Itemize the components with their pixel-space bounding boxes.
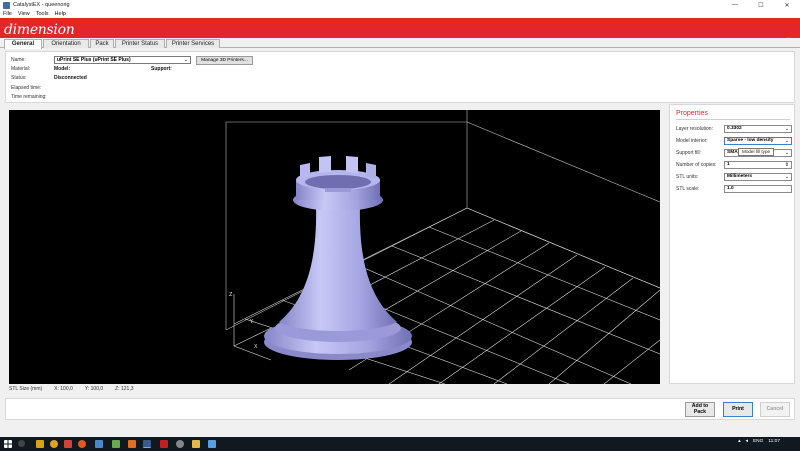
model-label: Model:	[54, 66, 71, 72]
axes	[233, 294, 272, 361]
properties-divider	[676, 119, 790, 120]
model-viewport[interactable]: Z Y X	[9, 110, 660, 384]
minimize-button[interactable]: —	[722, 0, 748, 10]
system-tray: ▴ ◂ ENG 11:07	[738, 439, 780, 444]
tab-strip: General Orientation Pack Printer Status …	[0, 38, 800, 49]
layer-resolution-select[interactable]: 0.3302 ⌄	[724, 125, 792, 133]
tab-printer-status[interactable]: Printer Status	[115, 39, 165, 48]
time-remaining-label: Time remaining:	[11, 94, 47, 100]
taskbar: ▴ ◂ ENG 11:07	[0, 437, 800, 451]
tab-pack[interactable]: Pack	[90, 39, 114, 48]
firefox-icon[interactable]	[78, 440, 86, 448]
app-icon-blue[interactable]	[95, 440, 103, 448]
app-icon-light-blue[interactable]	[208, 440, 216, 448]
stl-size-y: Y: 100,0	[84, 386, 104, 392]
network-icon[interactable]: ▴	[738, 439, 740, 444]
stl-size-x: X: 100,0	[54, 386, 73, 392]
add-to-pack-button[interactable]: Add to Pack	[685, 402, 715, 417]
properties-panel: Properties Layer resolution: 0.3302 ⌄ Mo…	[669, 104, 795, 384]
app-icon-yellow[interactable]	[192, 440, 200, 448]
chevron-down-icon: ⌄	[784, 150, 789, 156]
brand-bar: dimension	[0, 18, 800, 38]
file-explorer-icon[interactable]	[36, 440, 44, 448]
stl-scale-label: STL scale:	[676, 186, 700, 192]
stl-size-readout: STL Size (mm) X: 100,0 Y: 100,0 Z: 121,3	[9, 386, 134, 392]
menu-bar: File View Tools Help	[0, 10, 800, 18]
properties-heading: Properties	[676, 110, 708, 117]
support-label: Support:	[151, 66, 172, 72]
printer-info-panel: Name: uPrint SE Plus (uPrint SE Plus) ⌄ …	[5, 51, 795, 103]
support-fill-label: Support fill:	[676, 150, 702, 156]
menu-view[interactable]: View	[18, 11, 30, 17]
app-icon-dark-red[interactable]	[160, 440, 168, 448]
copies-stepper[interactable]: 1 ⇕	[724, 161, 792, 169]
clock-time: 11:07	[768, 439, 780, 444]
app-icon-green[interactable]	[112, 440, 120, 448]
app-icon	[3, 1, 10, 9]
maximize-button[interactable]: ☐	[748, 0, 774, 10]
copies-value: 1	[727, 162, 730, 167]
floor-grid	[233, 207, 660, 384]
action-bar: Add to Pack Print Cancel	[5, 398, 795, 420]
stl-size-z: Z: 121,3	[115, 386, 134, 392]
app-icon-red[interactable]	[64, 440, 72, 448]
layer-resolution-value: 0.3302	[727, 126, 742, 131]
cancel-button[interactable]: Cancel	[760, 402, 790, 417]
stl-units-value: Millimeters	[727, 174, 753, 179]
model-interior-tooltip: Model fill type	[738, 148, 775, 156]
menu-help[interactable]: Help	[55, 11, 66, 17]
tab-general[interactable]: General	[4, 39, 42, 49]
chevron-down-icon: ⌄	[183, 57, 188, 63]
rook-model	[264, 156, 412, 360]
print-button[interactable]: Print	[723, 402, 753, 417]
spinner-icon: ⇕	[784, 162, 789, 168]
language-indicator[interactable]: ENG	[753, 439, 763, 444]
layer-resolution-label: Layer resolution:	[676, 126, 713, 132]
printer-select-value: uPrint SE Plus (uPrint SE Plus)	[57, 57, 131, 63]
stl-scale-input[interactable]: 1.0	[724, 185, 792, 193]
z-axis-label: Z	[229, 292, 233, 298]
title-bar: CatalystEX - queenorig — ☐ ✕	[0, 0, 800, 10]
copies-label: Number of copies:	[676, 162, 717, 168]
chrome-icon[interactable]	[50, 440, 58, 448]
search-icon[interactable]	[18, 440, 25, 447]
volume-icon[interactable]: ◂	[746, 439, 748, 444]
clock[interactable]: 11:07	[768, 439, 780, 444]
chevron-down-icon: ⌄	[784, 138, 789, 144]
menu-tools[interactable]: Tools	[36, 11, 49, 17]
chevron-down-icon: ⌄	[784, 126, 789, 132]
printer-select[interactable]: uPrint SE Plus (uPrint SE Plus) ⌄	[54, 56, 191, 64]
elapsed-time-label: Elapsed time:	[11, 85, 42, 91]
stl-units-label: STL units:	[676, 174, 699, 180]
settings-icon[interactable]	[176, 440, 184, 448]
name-label: Name:	[11, 57, 26, 63]
y-axis-label: Y	[249, 319, 254, 325]
manage-printers-button[interactable]: Manage 3D Printers...	[196, 56, 253, 65]
tab-orientation[interactable]: Orientation	[43, 39, 89, 48]
status-label: Status:	[11, 75, 27, 81]
model-interior-value: Sparse - low density	[727, 138, 774, 143]
window-title: CatalystEX - queenorig	[13, 2, 70, 8]
stl-size-label: STL Size (mm)	[9, 386, 43, 392]
model-interior-select[interactable]: Sparse - low density ⌄	[724, 137, 792, 145]
model-interior-label: Model interior:	[676, 138, 708, 144]
windows-start-icon[interactable]	[4, 440, 12, 448]
x-axis-label: X	[254, 344, 258, 350]
status-value: Disconnected	[54, 75, 87, 81]
vlc-icon[interactable]	[128, 440, 136, 448]
dimension-logo: dimension	[4, 22, 75, 38]
close-button[interactable]: ✕	[774, 0, 800, 10]
tab-printer-services[interactable]: Printer Services	[166, 39, 220, 48]
menu-file[interactable]: File	[3, 11, 12, 17]
material-label: Material:	[11, 66, 31, 72]
catalystex-taskbar-icon[interactable]	[143, 440, 151, 448]
stl-units-select[interactable]: Millimeters ⌄	[724, 173, 792, 181]
chevron-down-icon: ⌄	[784, 174, 789, 180]
viewport-scene: Z Y X	[225, 110, 660, 384]
window-controls: — ☐ ✕	[722, 0, 800, 10]
